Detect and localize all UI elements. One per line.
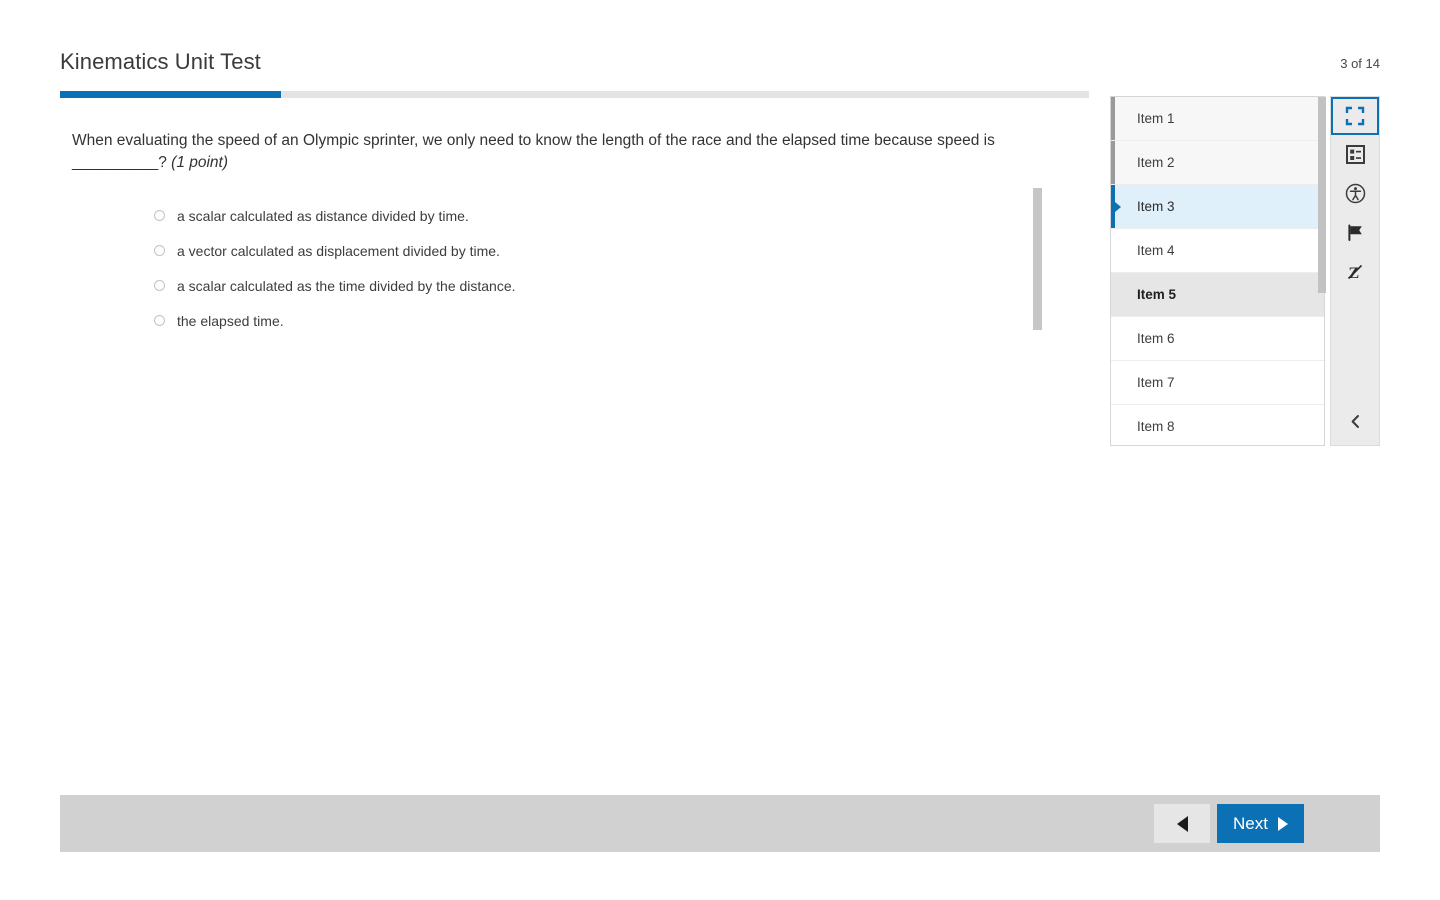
item-nav-row[interactable]: Item 2: [1111, 141, 1324, 185]
item-nav-label: Item 5: [1137, 287, 1177, 302]
page-title: Kinematics Unit Test: [60, 49, 261, 74]
answer-option[interactable]: the elapsed time.: [72, 303, 1052, 338]
item-nav-label: Item 6: [1137, 331, 1175, 346]
fullscreen-icon: [1345, 106, 1365, 126]
question-blank: __________: [72, 154, 159, 171]
chevron-left-icon: [1349, 414, 1362, 434]
accessibility-icon: [1345, 183, 1366, 204]
current-item-pointer-icon: [1115, 201, 1121, 212]
radio-button[interactable]: [154, 280, 165, 291]
item-nav-label: Item 7: [1137, 375, 1175, 390]
previous-button[interactable]: [1154, 804, 1210, 843]
fullscreen-tool-button[interactable]: [1331, 97, 1379, 135]
item-navigation-panel[interactable]: Item 1 Item 2 Item 3 Item 4 Item 5 Item 6 Item…: [1110, 96, 1325, 446]
question-text: When evaluating the speed of an Olympic …: [72, 130, 1052, 174]
item-review-list-icon: [1345, 145, 1365, 164]
next-button[interactable]: Next: [1217, 804, 1304, 843]
item-nav-row[interactable]: Item 1: [1111, 97, 1324, 141]
item-status-bar: [1111, 97, 1115, 140]
question-pane: When evaluating the speed of an Olympic …: [60, 110, 1089, 350]
strikethrough-tool-button[interactable]: Z: [1331, 252, 1379, 291]
question-stem-end: ?: [158, 154, 172, 171]
item-nav-row[interactable]: Item 8: [1111, 405, 1324, 445]
answer-options-list: a scalar calculated as distance divided …: [72, 198, 1052, 338]
item-nav-row[interactable]: Item 4: [1111, 229, 1324, 273]
answer-option[interactable]: a scalar calculated as distance divided …: [72, 198, 1052, 233]
triangle-right-icon: [1278, 816, 1288, 831]
flag-tool-button[interactable]: [1331, 213, 1379, 252]
content-scrollbar-thumb[interactable]: [1033, 188, 1042, 330]
item-counter: 3 of 14: [1340, 56, 1380, 71]
answer-option[interactable]: a vector calculated as displacement divi…: [72, 233, 1052, 268]
radio-button[interactable]: [154, 245, 165, 256]
question-points: (1 point): [171, 154, 229, 171]
item-nav-row[interactable]: Item 7: [1111, 361, 1324, 405]
item-nav-label: Item 1: [1137, 111, 1175, 126]
item-nav-row[interactable]: Item 5: [1111, 273, 1324, 317]
item-nav-label: Item 2: [1137, 155, 1175, 170]
accessibility-tool-button[interactable]: [1331, 174, 1379, 213]
flag-icon: [1346, 223, 1365, 242]
answer-option-label: a vector calculated as displacement divi…: [177, 242, 500, 259]
item-nav-row[interactable]: Item 6: [1111, 317, 1324, 361]
tool-rail: Z: [1330, 96, 1380, 446]
progress-bar-fill: [60, 91, 282, 98]
item-nav-label: Item 4: [1137, 243, 1175, 258]
footer-navigation-bar: Next: [60, 795, 1380, 852]
question-stem: When evaluating the speed of an Olympic …: [72, 132, 995, 149]
item-review-tool-button[interactable]: [1331, 135, 1379, 174]
radio-button[interactable]: [154, 315, 165, 326]
answer-option[interactable]: a scalar calculated as the time divided …: [72, 268, 1052, 303]
item-status-bar: [1111, 141, 1115, 184]
item-panel-scrollbar-thumb[interactable]: [1318, 97, 1326, 293]
answer-option-label: a scalar calculated as the time divided …: [177, 277, 516, 294]
triangle-left-icon: [1176, 815, 1188, 832]
item-nav-label: Item 8: [1137, 419, 1175, 434]
item-nav-row[interactable]: Item 3: [1111, 185, 1324, 229]
collapse-panel-button[interactable]: [1331, 403, 1379, 445]
answer-option-label: the elapsed time.: [177, 312, 284, 329]
next-button-label: Next: [1233, 814, 1268, 833]
progress-bar-track: [60, 91, 1089, 98]
item-nav-label: Item 3: [1137, 199, 1175, 214]
radio-button[interactable]: [154, 210, 165, 221]
answer-option-label: a scalar calculated as distance divided …: [177, 207, 469, 224]
strikethrough-icon: Z: [1345, 262, 1365, 282]
